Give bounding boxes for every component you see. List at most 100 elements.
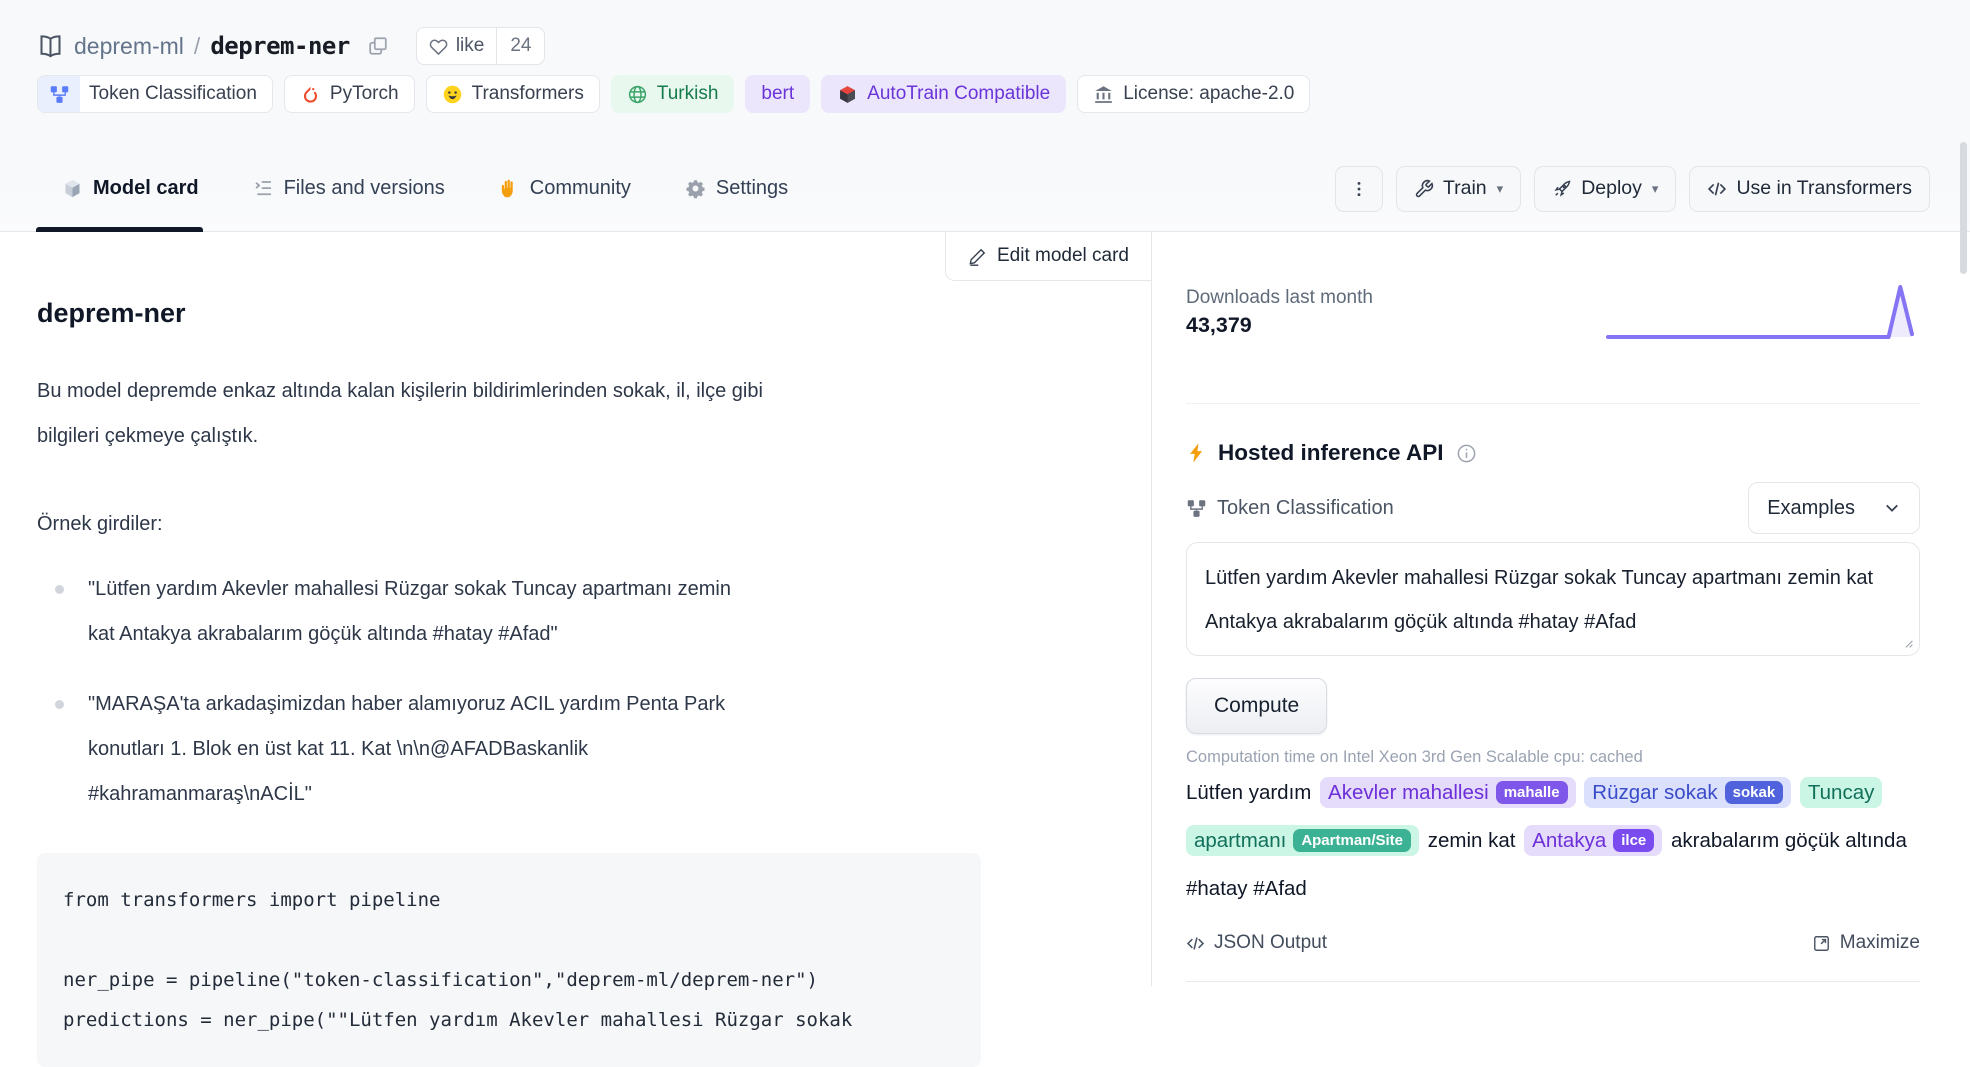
like-count[interactable]: 24	[496, 28, 544, 64]
chevron-down-icon	[1883, 499, 1901, 517]
inference-output: Lütfen yardım Akevler mahallesimahalle R…	[1186, 769, 1920, 913]
transformers-icon	[442, 84, 463, 105]
example-item: "MARAŞA'ta arkadaşimizdan haber alamıyor…	[37, 682, 737, 817]
entity-sokak: Rüzgar sokaksokak	[1584, 777, 1791, 808]
community-icon	[499, 178, 520, 199]
api-title-label: Hosted inference API	[1218, 440, 1443, 466]
scrollbar-thumb[interactable]	[1960, 142, 1967, 274]
tag-pytorch[interactable]: PyTorch	[284, 75, 415, 113]
tab-label: Files and versions	[284, 177, 445, 200]
license-icon	[1093, 84, 1114, 105]
rocket-icon	[1552, 179, 1572, 199]
task-type: Token Classification	[1186, 497, 1394, 520]
inference-panel: Downloads last month 43,379 Hosted infer…	[1152, 232, 1970, 986]
tag-turkish[interactable]: Turkish	[611, 75, 735, 113]
entity-ilce: Antakyailce	[1524, 825, 1662, 856]
tab-bar: Model card Files and versions Community Set…	[0, 145, 1970, 232]
tab-label: Community	[530, 177, 631, 200]
autotrain-icon	[837, 84, 858, 105]
edit-model-card-label: Edit model card	[997, 245, 1129, 267]
info-icon[interactable]	[1456, 443, 1477, 464]
model-name-link[interactable]: deprem-ner	[210, 32, 350, 60]
markdown-body: deprem-ner Bu model depremde enkaz altın…	[0, 232, 1151, 1067]
task-label: Token Classification	[1217, 497, 1394, 520]
pencil-icon	[968, 247, 987, 266]
tag-bert[interactable]: bert	[745, 75, 810, 113]
tab-community[interactable]: Community	[499, 145, 631, 232]
tag-token-classification[interactable]: Token Classification	[37, 75, 273, 113]
lightning-icon	[1186, 442, 1208, 464]
tag-autotrain-compatible[interactable]: AutoTrain Compatible	[821, 75, 1066, 113]
like-button[interactable]: like 24	[416, 27, 546, 65]
use-in-transformers-button[interactable]: Use in Transformers	[1689, 166, 1930, 212]
model-repo-icon	[37, 33, 64, 60]
resize-handle[interactable]	[1901, 636, 1914, 649]
like-label: like	[456, 35, 485, 57]
copy-icon[interactable]	[367, 35, 389, 57]
intro-paragraph: Bu model depremde enkaz altında kalan ki…	[37, 369, 807, 459]
header-actions: Train▾ Deploy▾ Use in Transformers	[1335, 166, 1930, 212]
tag-license-apache-2-0[interactable]: License: apache-2.0	[1077, 75, 1310, 113]
code-block: from transformers import pipeline ner_pi…	[37, 853, 981, 1067]
owner-link[interactable]: deprem-ml	[74, 33, 184, 60]
deploy-button[interactable]: Deploy▾	[1534, 166, 1676, 212]
compute-button[interactable]: Compute	[1186, 678, 1327, 734]
tag-label: bert	[761, 83, 794, 105]
tab-label: Settings	[716, 177, 788, 200]
tag-list: Token Classification PyTorch Transformers T…	[0, 66, 1970, 113]
entity-label-badge: Apartman/Site	[1293, 829, 1411, 852]
tag-label: Transformers	[472, 83, 584, 105]
pytorch-icon	[300, 84, 321, 105]
section-divider	[1186, 403, 1920, 404]
json-output-label: JSON Output	[1214, 932, 1327, 954]
inference-input-wrap: Lütfen yardım Akevler mahallesi Rüzgar s…	[1186, 542, 1920, 656]
code-line: predictions = ner_pipe(""Lütfen yardım A…	[63, 1000, 955, 1040]
widget-footer: JSON Output Maximize	[1186, 929, 1920, 957]
examples-dropdown[interactable]: Examples	[1748, 482, 1920, 534]
train-button[interactable]: Train▾	[1396, 166, 1521, 212]
kebab-icon	[1350, 180, 1368, 198]
examples-label: Examples	[1767, 497, 1855, 520]
page-title: deprem-ner	[37, 298, 1151, 329]
downloads-section: Downloads last month 43,379	[1186, 287, 1920, 353]
heart-icon	[429, 37, 448, 56]
json-output-button[interactable]: JSON Output	[1186, 932, 1327, 954]
tag-transformers[interactable]: Transformers	[426, 75, 600, 113]
entity-mahalle: Akevler mahallesimahalle	[1320, 777, 1576, 808]
tab-label: Model card	[93, 177, 199, 200]
tag-label: PyTorch	[330, 83, 399, 105]
downloads-sparkline-chart	[1600, 279, 1920, 347]
entity-label-badge: sokak	[1725, 781, 1784, 804]
cube-icon	[62, 178, 83, 199]
token-classification-icon	[1186, 498, 1207, 519]
more-options-button[interactable]	[1335, 166, 1383, 212]
maximize-label: Maximize	[1840, 932, 1920, 954]
edit-model-card-button[interactable]: Edit model card	[945, 232, 1151, 281]
tab-settings[interactable]: Settings	[685, 145, 788, 232]
path-separator: /	[194, 33, 200, 60]
inference-input[interactable]: Lütfen yardım Akevler mahallesi Rüzgar s…	[1186, 542, 1920, 656]
widget-bottom-divider	[1186, 981, 1920, 982]
dropdown-caret: ▾	[1652, 181, 1659, 197]
tag-label: AutoTrain Compatible	[867, 83, 1050, 105]
hosted-inference-api-title: Hosted inference API	[1186, 438, 1920, 468]
task-row: Token Classification Examples	[1186, 482, 1920, 534]
tag-label: Token Classification	[89, 83, 257, 105]
code-icon	[1186, 934, 1205, 953]
examples-heading: Örnek girdiler:	[37, 502, 1151, 547]
dropdown-caret: ▾	[1497, 181, 1504, 197]
maximize-icon	[1812, 934, 1831, 953]
tag-label: License: apache-2.0	[1123, 83, 1294, 105]
code-line: ner_pipe = pipeline("token-classificatio…	[63, 960, 955, 1000]
page-header: deprem-ml / deprem-ner like 24 Token Cla…	[0, 0, 1970, 232]
maximize-button[interactable]: Maximize	[1812, 932, 1920, 954]
files-icon	[253, 178, 274, 199]
tab-files-and-versions[interactable]: Files and versions	[253, 145, 445, 232]
title-row: deprem-ml / deprem-ner like 24	[0, 0, 1970, 66]
example-list: "Lütfen yardım Akevler mahallesi Rüzgar …	[37, 567, 737, 817]
gear-icon	[685, 178, 706, 199]
token-classification-icon	[38, 75, 80, 113]
tab-model-card[interactable]: Model card	[62, 145, 199, 232]
code-line: from transformers import pipeline	[63, 880, 955, 920]
computation-time-note: Computation time on Intel Xeon 3rd Gen S…	[1186, 748, 1920, 767]
